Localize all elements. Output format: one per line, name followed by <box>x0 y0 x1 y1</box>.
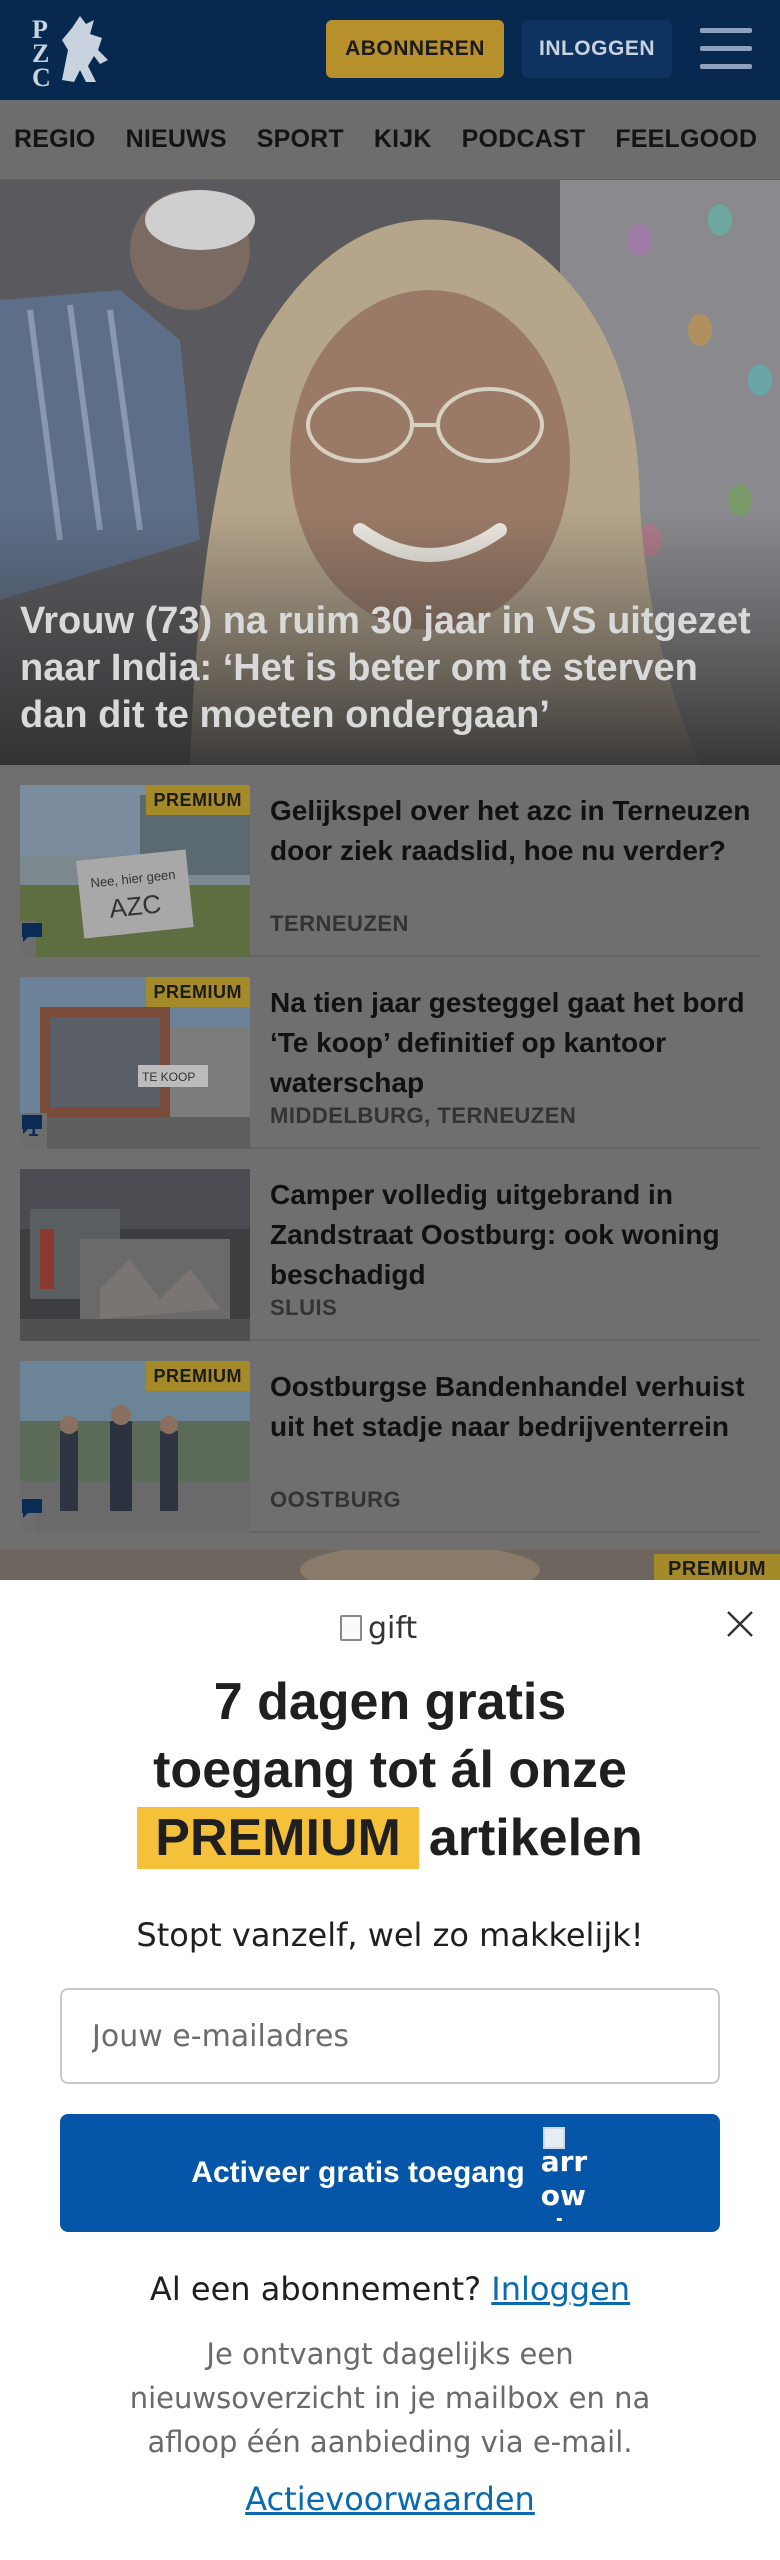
terms-link[interactable]: Actievoorwaarden <box>0 2480 780 2518</box>
modal-headline: 7 dagen gratis toegang tot ál onze PREMI… <box>60 1668 720 1872</box>
nav-item-podcast[interactable]: PODCAST <box>462 125 586 154</box>
article-thumbnail: TE KOOP PREMIUM 1 <box>20 977 250 1149</box>
hero-article[interactable]: Vrouw (73) na ruim 30 jaar in VS uitgeze… <box>0 180 780 765</box>
modal-subline: Stopt vanzelf, wel zo makkelijk! <box>136 1916 644 1954</box>
azc-sign-text-large: AZC <box>108 888 163 923</box>
premium-highlight: PREMIUM <box>137 1807 419 1869</box>
cta-label: Activeer gratis toegang <box>191 2156 525 2189</box>
headline-line-2: toegang tot ál onze <box>153 1741 627 1799</box>
nav-item-kijk[interactable]: KIJK <box>374 125 432 154</box>
premium-badge: PREMIUM <box>145 1361 250 1391</box>
email-field[interactable] <box>60 1988 720 2084</box>
article-title[interactable]: Gelijkspel over het azc in Terneuzen doo… <box>270 791 770 871</box>
article-item[interactable]: Camper volledig uitgebrand in Zandstraat… <box>20 1149 760 1341</box>
article-title[interactable]: Oostburgse Bandenhandel verhuist uit het… <box>270 1367 770 1447</box>
article-thumbnail <box>20 1169 250 1341</box>
arrow-right-icon: arrow right <box>541 2123 589 2223</box>
newsletter-note: Je ontvangt dagelijks een nieuwsoverzich… <box>129 2337 651 2459</box>
article-thumbnail: PREMIUM <box>20 1361 250 1533</box>
nav-item-nieuws[interactable]: NIEUWS <box>126 125 227 154</box>
article-location: SLUIS <box>270 1295 338 1320</box>
hamburger-menu-icon[interactable] <box>700 26 752 72</box>
te-koop-sign-text: TE KOOP <box>142 1070 195 1084</box>
article-location: TERNEUZEN <box>270 911 409 936</box>
headline-line-1: 7 dagen gratis <box>213 1673 567 1731</box>
comment-icon <box>22 923 42 942</box>
pzc-logo[interactable]: P Z C <box>28 10 118 90</box>
premium-trial-modal: gift 7 dagen gratis toegang tot ál onze … <box>0 1580 780 2560</box>
comment-indicator[interactable] <box>20 1497 42 1533</box>
activate-free-access-button[interactable]: Activeer gratis toegang arrow right <box>60 2114 720 2232</box>
article-item[interactable]: Nee, hier geen AZC PREMIUM Gelijkspel ov… <box>20 765 760 957</box>
premium-badge: PREMIUM <box>654 1554 780 1580</box>
nav-item-sport[interactable]: SPORT <box>257 125 344 154</box>
article-title[interactable]: Na tien jaar gesteggel gaat het bord ‘Te… <box>270 983 770 1103</box>
login-button[interactable]: INLOGGEN <box>522 20 672 78</box>
article-thumbnail: Nee, hier geen AZC PREMIUM <box>20 785 250 957</box>
next-article-preview[interactable]: PREMIUM <box>0 1550 780 1580</box>
existing-subscription-line: Al een abonnement? Inloggen <box>0 2270 780 2308</box>
close-icon[interactable] <box>722 1606 758 1642</box>
comment-indicator[interactable]: 1 <box>20 1113 47 1149</box>
site-header: P Z C ABONNEREN INLOGGEN <box>0 0 780 100</box>
premium-badge: PREMIUM <box>145 977 250 1007</box>
nav-item-regio[interactable]: REGIO <box>14 125 96 154</box>
article-item[interactable]: TE KOOP PREMIUM 1 Na tien jaar gesteggel… <box>20 957 760 1149</box>
article-location: OOSTBURG <box>270 1487 402 1512</box>
svg-text:C: C <box>32 63 51 90</box>
premium-badge: PREMIUM <box>145 785 250 815</box>
comment-indicator[interactable] <box>20 921 42 957</box>
headline-line-3: artikelen <box>428 1809 643 1867</box>
gift-alt-text: gift <box>368 1610 418 1646</box>
article-location: MIDDELBURG, TERNEUZEN <box>270 1103 577 1128</box>
existing-subscription-text: Al een abonnement? <box>149 2270 482 2308</box>
hero-title[interactable]: Vrouw (73) na ruim 30 jaar in VS uitgeze… <box>20 598 770 739</box>
login-link[interactable]: Inloggen <box>491 2270 630 2308</box>
comment-icon <box>22 1499 42 1518</box>
arrow-alt-text: arrow right <box>540 2145 588 2221</box>
subscribe-button[interactable]: ABONNEREN <box>326 20 504 78</box>
article-item[interactable]: PREMIUM Oostburgse Bandenhandel verhuist… <box>20 1341 760 1533</box>
gift-icon: gift <box>340 1608 417 1648</box>
section-nav: REGIO NIEUWS SPORT KIJK PODCAST FEELGOOD… <box>0 100 780 180</box>
comment-icon <box>22 1115 42 1134</box>
article-title[interactable]: Camper volledig uitgebrand in Zandstraat… <box>270 1175 770 1295</box>
nav-item-feelgood[interactable]: FEELGOOD <box>615 125 757 154</box>
